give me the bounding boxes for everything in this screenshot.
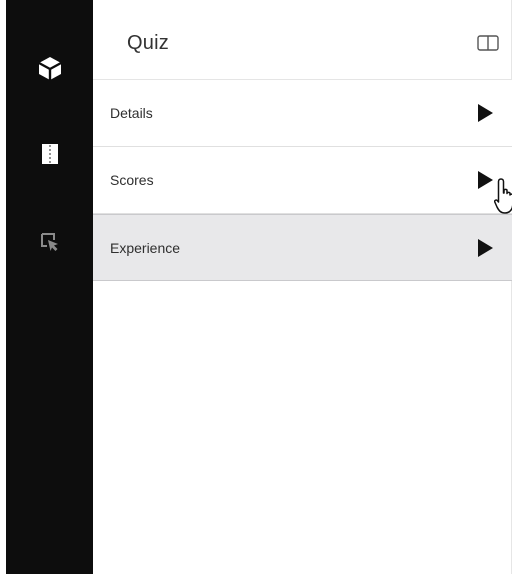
left-icon-rail — [6, 0, 93, 574]
page-outline-icon — [41, 144, 58, 164]
section-details[interactable]: Details — [93, 80, 512, 147]
rail-item-quiz[interactable] — [6, 38, 93, 98]
split-view-icon[interactable] — [477, 35, 499, 51]
rail-item-interactions[interactable] — [6, 212, 93, 272]
expand-arrow-icon[interactable] — [478, 171, 493, 189]
expand-arrow-icon[interactable] — [478, 238, 493, 257]
section-scores[interactable]: Scores — [93, 147, 512, 214]
app-window: Quiz Details Scores Experience — [0, 0, 512, 574]
cube-icon — [37, 57, 62, 80]
panel-title: Quiz — [127, 32, 169, 54]
rail-item-pages[interactable] — [6, 124, 93, 184]
expand-arrow-icon[interactable] — [478, 104, 493, 122]
section-experience[interactable]: Experience — [93, 214, 512, 281]
cursor-select-icon — [40, 233, 58, 251]
panel-header: Quiz — [93, 0, 512, 80]
section-label: Details — [110, 105, 153, 121]
section-label: Scores — [110, 172, 154, 188]
properties-panel: Quiz Details Scores Experience — [93, 0, 512, 574]
section-label: Experience — [110, 239, 181, 256]
